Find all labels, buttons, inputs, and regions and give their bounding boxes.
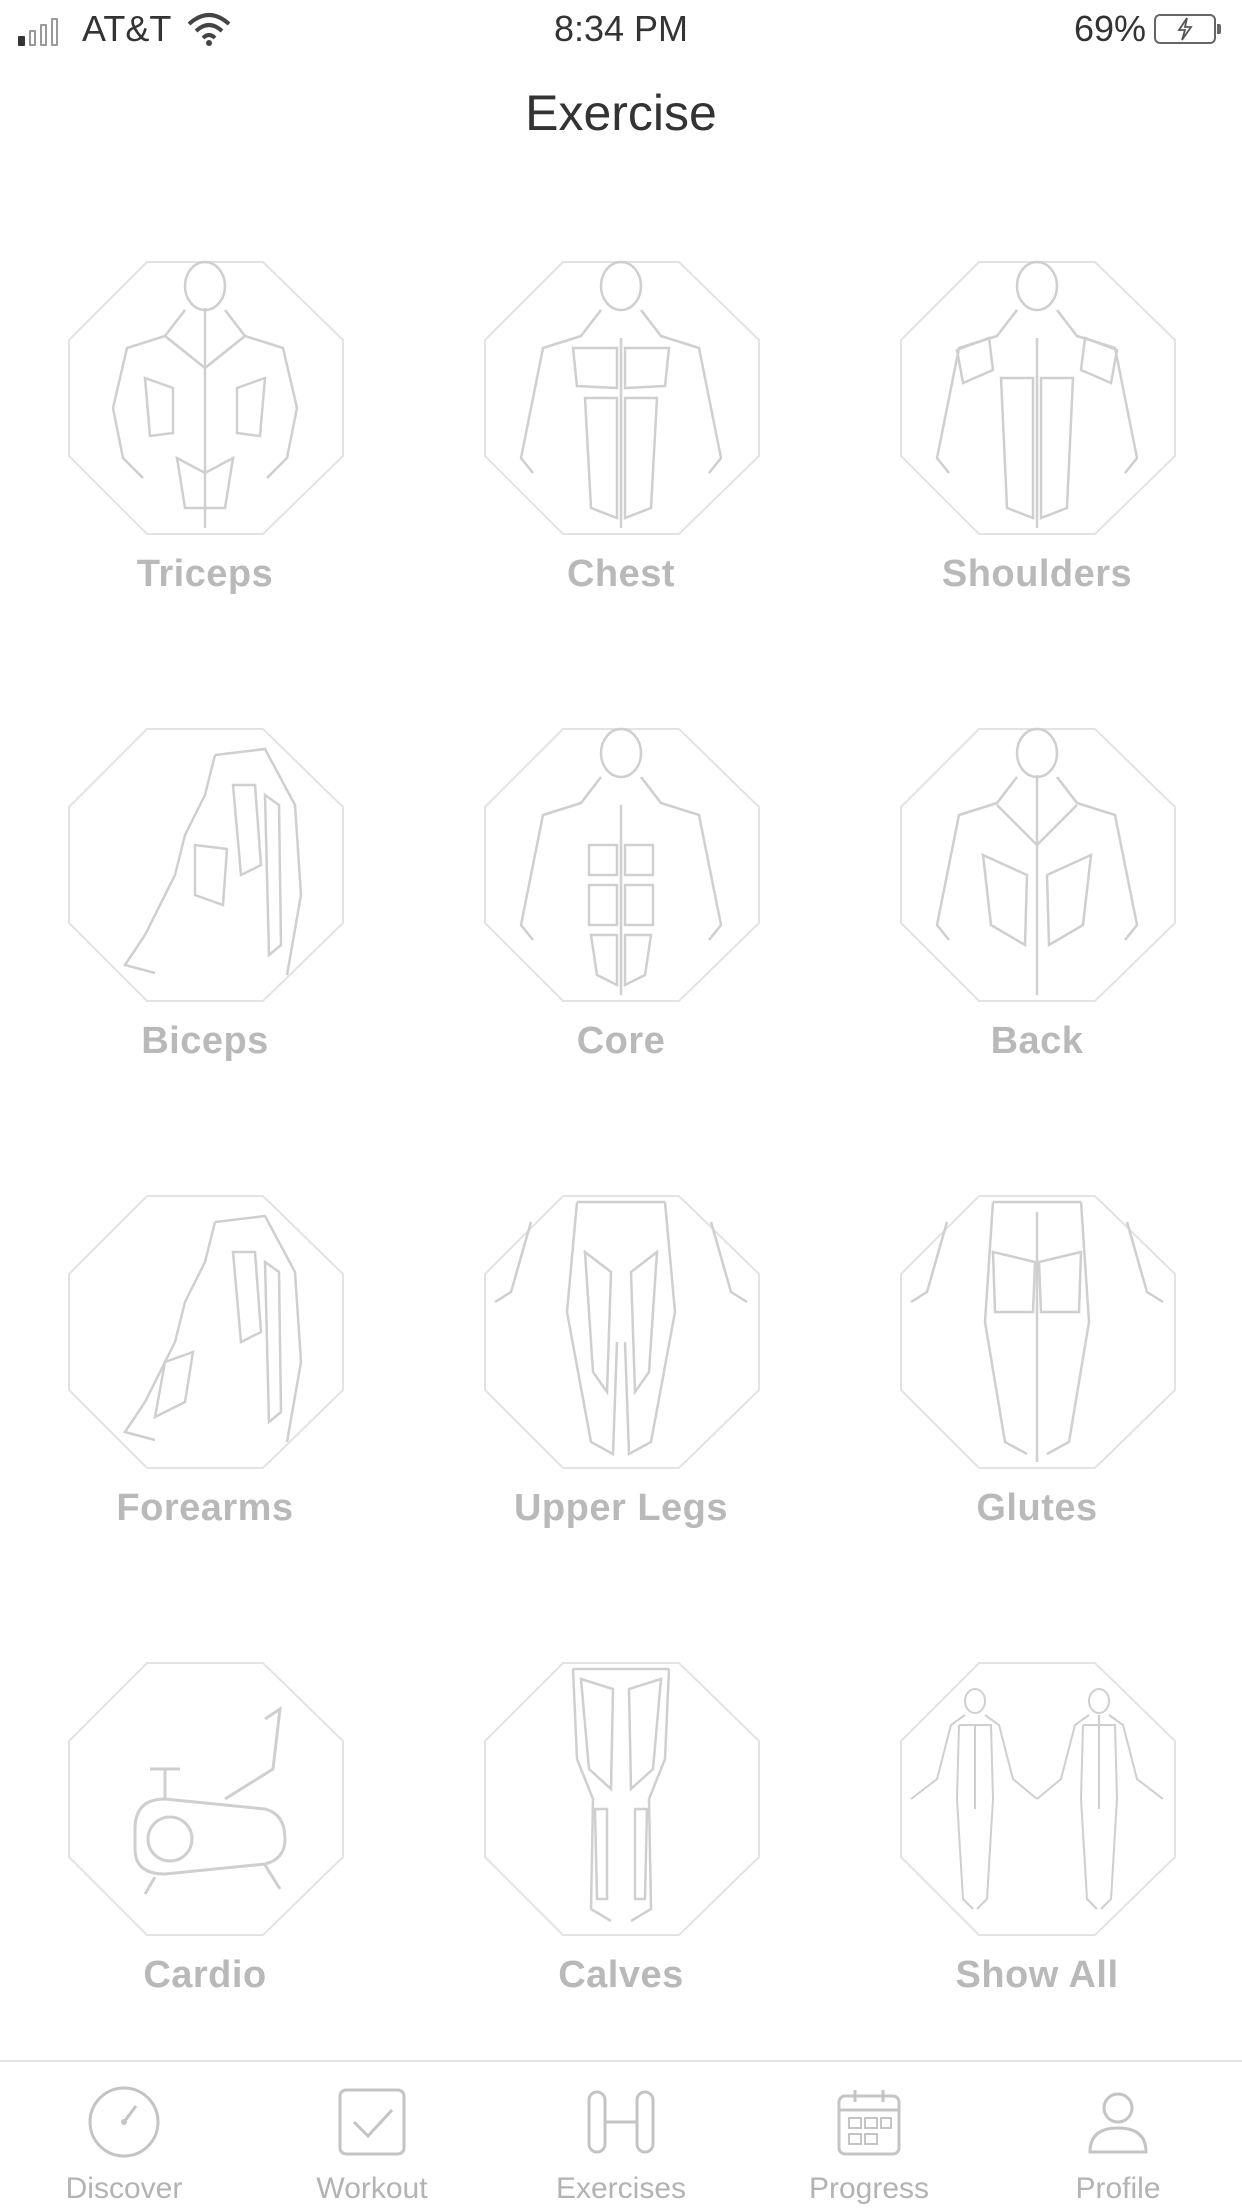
category-calves[interactable]: Calves xyxy=(471,1659,771,1999)
upper-body-back-icon xyxy=(68,260,344,535)
tab-progress[interactable]: Progress xyxy=(745,2062,993,2210)
exercise-bike-icon xyxy=(68,1662,344,1936)
tab-workout[interactable]: Workout xyxy=(248,2062,496,2210)
status-bar: AT&T 8:34 PM 69% xyxy=(0,0,1242,60)
category-cardio[interactable]: Cardio xyxy=(55,1659,355,1999)
category-label: Forearms xyxy=(116,1487,294,1529)
tab-profile[interactable]: Profile xyxy=(994,2062,1242,2210)
category-back[interactable]: Back xyxy=(887,725,1187,1065)
category-label: Biceps xyxy=(141,1020,269,1062)
torso-back-icon xyxy=(900,727,1176,1002)
shoulders-front-icon xyxy=(900,260,1176,535)
status-time: 8:34 PM xyxy=(553,8,689,49)
torso-front-icon xyxy=(484,727,760,1002)
glutes-icon xyxy=(900,1195,1176,1469)
compass-icon xyxy=(88,2086,160,2158)
battery-icon xyxy=(1154,14,1221,44)
category-biceps[interactable]: Biceps xyxy=(55,725,355,1065)
battery-percent: 69% xyxy=(1073,8,1146,49)
category-core[interactable]: Core xyxy=(471,725,771,1065)
tab-label: Discover xyxy=(65,2172,183,2205)
category-glutes[interactable]: Glutes xyxy=(887,1192,1187,1532)
dumbbell-icon xyxy=(587,2090,655,2154)
tab-exercises[interactable]: Exercises xyxy=(497,2062,745,2210)
tab-label: Progress xyxy=(808,2172,930,2205)
forearm-side-icon xyxy=(68,1195,344,1469)
calves-icon xyxy=(484,1662,760,1936)
category-label: Core xyxy=(576,1020,666,1062)
category-label: Shoulders xyxy=(941,553,1133,595)
category-label: Triceps xyxy=(136,553,274,595)
arm-side-icon xyxy=(68,728,344,1002)
upper-legs-icon xyxy=(484,1195,760,1469)
category-shoulders[interactable]: Shoulders xyxy=(887,258,1187,598)
category-label: Glutes xyxy=(976,1487,1098,1529)
page-title: Exercise xyxy=(525,85,717,141)
category-chest[interactable]: Chest xyxy=(471,258,771,598)
full-body-icon xyxy=(900,1662,1176,1936)
category-label: Cardio xyxy=(143,1954,267,1996)
category-triceps[interactable]: Triceps xyxy=(55,258,355,598)
checkbox-icon xyxy=(338,2088,406,2156)
category-label: Back xyxy=(990,1020,1084,1062)
category-label: Calves xyxy=(558,1954,684,1996)
category-upper-legs[interactable]: Upper Legs xyxy=(471,1192,771,1532)
tab-label: Exercises xyxy=(555,2172,687,2205)
category-label: Show All xyxy=(955,1954,1119,1996)
tab-discover[interactable]: Discover xyxy=(0,2062,248,2210)
category-label: Upper Legs xyxy=(513,1487,729,1529)
charging-bolt-icon xyxy=(1177,17,1193,41)
tab-label: Workout xyxy=(316,2172,428,2205)
category-label: Chest xyxy=(566,553,676,595)
person-icon xyxy=(1088,2092,1148,2154)
tab-bar: Discover Workout Exercises Progress Prof… xyxy=(0,2060,1242,2210)
calendar-icon xyxy=(837,2090,901,2156)
category-show-all[interactable]: Show All xyxy=(887,1659,1187,1999)
category-forearms[interactable]: Forearms xyxy=(55,1192,355,1532)
upper-body-front-icon xyxy=(484,260,760,535)
tab-label: Profile xyxy=(1075,2172,1161,2205)
